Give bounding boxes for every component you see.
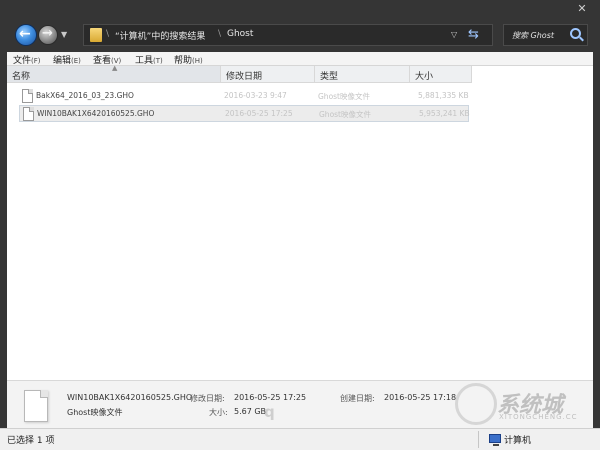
search-input[interactable]: 搜索 Ghost [503, 24, 588, 46]
selection-status: 已选择 1 项 [7, 436, 55, 446]
menu-edit[interactable]: 编辑(E) [53, 53, 81, 66]
file-list: ▲ 名称 修改日期 类型 大小 BakX64_2016_03_23.GHO 20… [7, 64, 593, 380]
menu-file[interactable]: 文件(F) [13, 53, 41, 66]
search-placeholder: 搜索 Ghost [512, 31, 555, 40]
breadcrumb-separator: \ [218, 29, 222, 39]
computer-icon [489, 434, 501, 446]
watermark-domain: XITONGCHENG.CC [499, 413, 578, 421]
menu-help[interactable]: 帮助(H) [174, 53, 203, 66]
forward-button[interactable] [38, 25, 58, 45]
details-pane: WIN10BAK1X6420160525.GHO 修改日期: 2016-05-2… [7, 380, 593, 428]
explorer-window: ✕ ▼ \ “计算机”中的搜索结果 \ Ghost ▽ ⇆ 搜索 Ghost 文… [0, 0, 600, 450]
file-size: 5,953,241 KB [419, 109, 470, 118]
file-modified: 2016-03-23 9:47 [224, 91, 287, 100]
file-type: Ghost映像文件 [319, 110, 372, 119]
column-header-modified[interactable]: 修改日期 [221, 66, 315, 83]
file-preview-icon [24, 390, 48, 422]
breadcrumb-search-results[interactable]: “计算机”中的搜索结果 [115, 29, 205, 42]
file-row[interactable]: BakX64_2016_03_23.GHO 2016-03-23 9:47 Gh… [19, 88, 469, 105]
details-created-label: 创建日期: [340, 394, 375, 403]
breadcrumb-ghost[interactable]: Ghost [227, 29, 253, 39]
navigation-toolbar: ▼ \ “计算机”中的搜索结果 \ Ghost ▽ ⇆ 搜索 Ghost [0, 18, 600, 52]
column-header-name[interactable]: ▲ 名称 [7, 64, 221, 83]
close-icon[interactable]: ✕ [574, 2, 590, 16]
file-icon [22, 89, 33, 103]
details-size-value: 5.67 GB [234, 407, 267, 416]
file-modified: 2016-05-25 17:25 [225, 109, 293, 118]
menu-bar: 文件(F) 编辑(E) 查看(V) 工具(T) 帮助(H) [7, 52, 593, 66]
location-zone: 计算机 [504, 436, 532, 446]
file-type: Ghost映像文件 [318, 92, 371, 101]
address-dropdown-icon[interactable]: ▽ [451, 30, 457, 39]
sort-ascending-icon: ▲ [112, 64, 118, 72]
details-created-value: 2016-05-25 17:18 [384, 393, 457, 402]
back-button[interactable] [15, 24, 37, 46]
details-filename: WIN10BAK1X6420160525.GHO [67, 393, 193, 402]
address-bar[interactable]: \ “计算机”中的搜索结果 \ Ghost ▽ ⇆ [83, 24, 493, 46]
folder-icon [90, 28, 102, 42]
menu-tools[interactable]: 工具(T) [135, 53, 163, 66]
search-icon[interactable] [570, 28, 581, 39]
details-size-label: 大小: [209, 408, 228, 417]
details-type: Ghost映像文件 [67, 408, 123, 417]
watermark-mark: q [264, 403, 275, 421]
details-modified-value: 2016-05-25 17:25 [234, 393, 307, 402]
breadcrumb-separator: \ [106, 29, 110, 39]
status-divider [478, 431, 479, 448]
file-row-selected[interactable]: WIN10BAK1X6420160525.GHO 2016-05-25 17:2… [19, 105, 470, 122]
watermark-logo-icon [455, 383, 497, 425]
file-size: 5,881,335 KB [418, 91, 469, 100]
file-icon [23, 107, 34, 121]
status-bar: 已选择 1 项 计算机 [0, 428, 600, 450]
file-name: WIN10BAK1X6420160525.GHO [37, 109, 155, 118]
column-header-type[interactable]: 类型 [315, 66, 410, 83]
refresh-icon[interactable]: ⇆ [468, 27, 479, 42]
file-name: BakX64_2016_03_23.GHO [36, 91, 134, 100]
details-modified-label: 修改日期: [190, 394, 225, 403]
column-header-size[interactable]: 大小 [410, 66, 472, 83]
recent-pages-dropdown-icon[interactable]: ▼ [61, 30, 67, 39]
